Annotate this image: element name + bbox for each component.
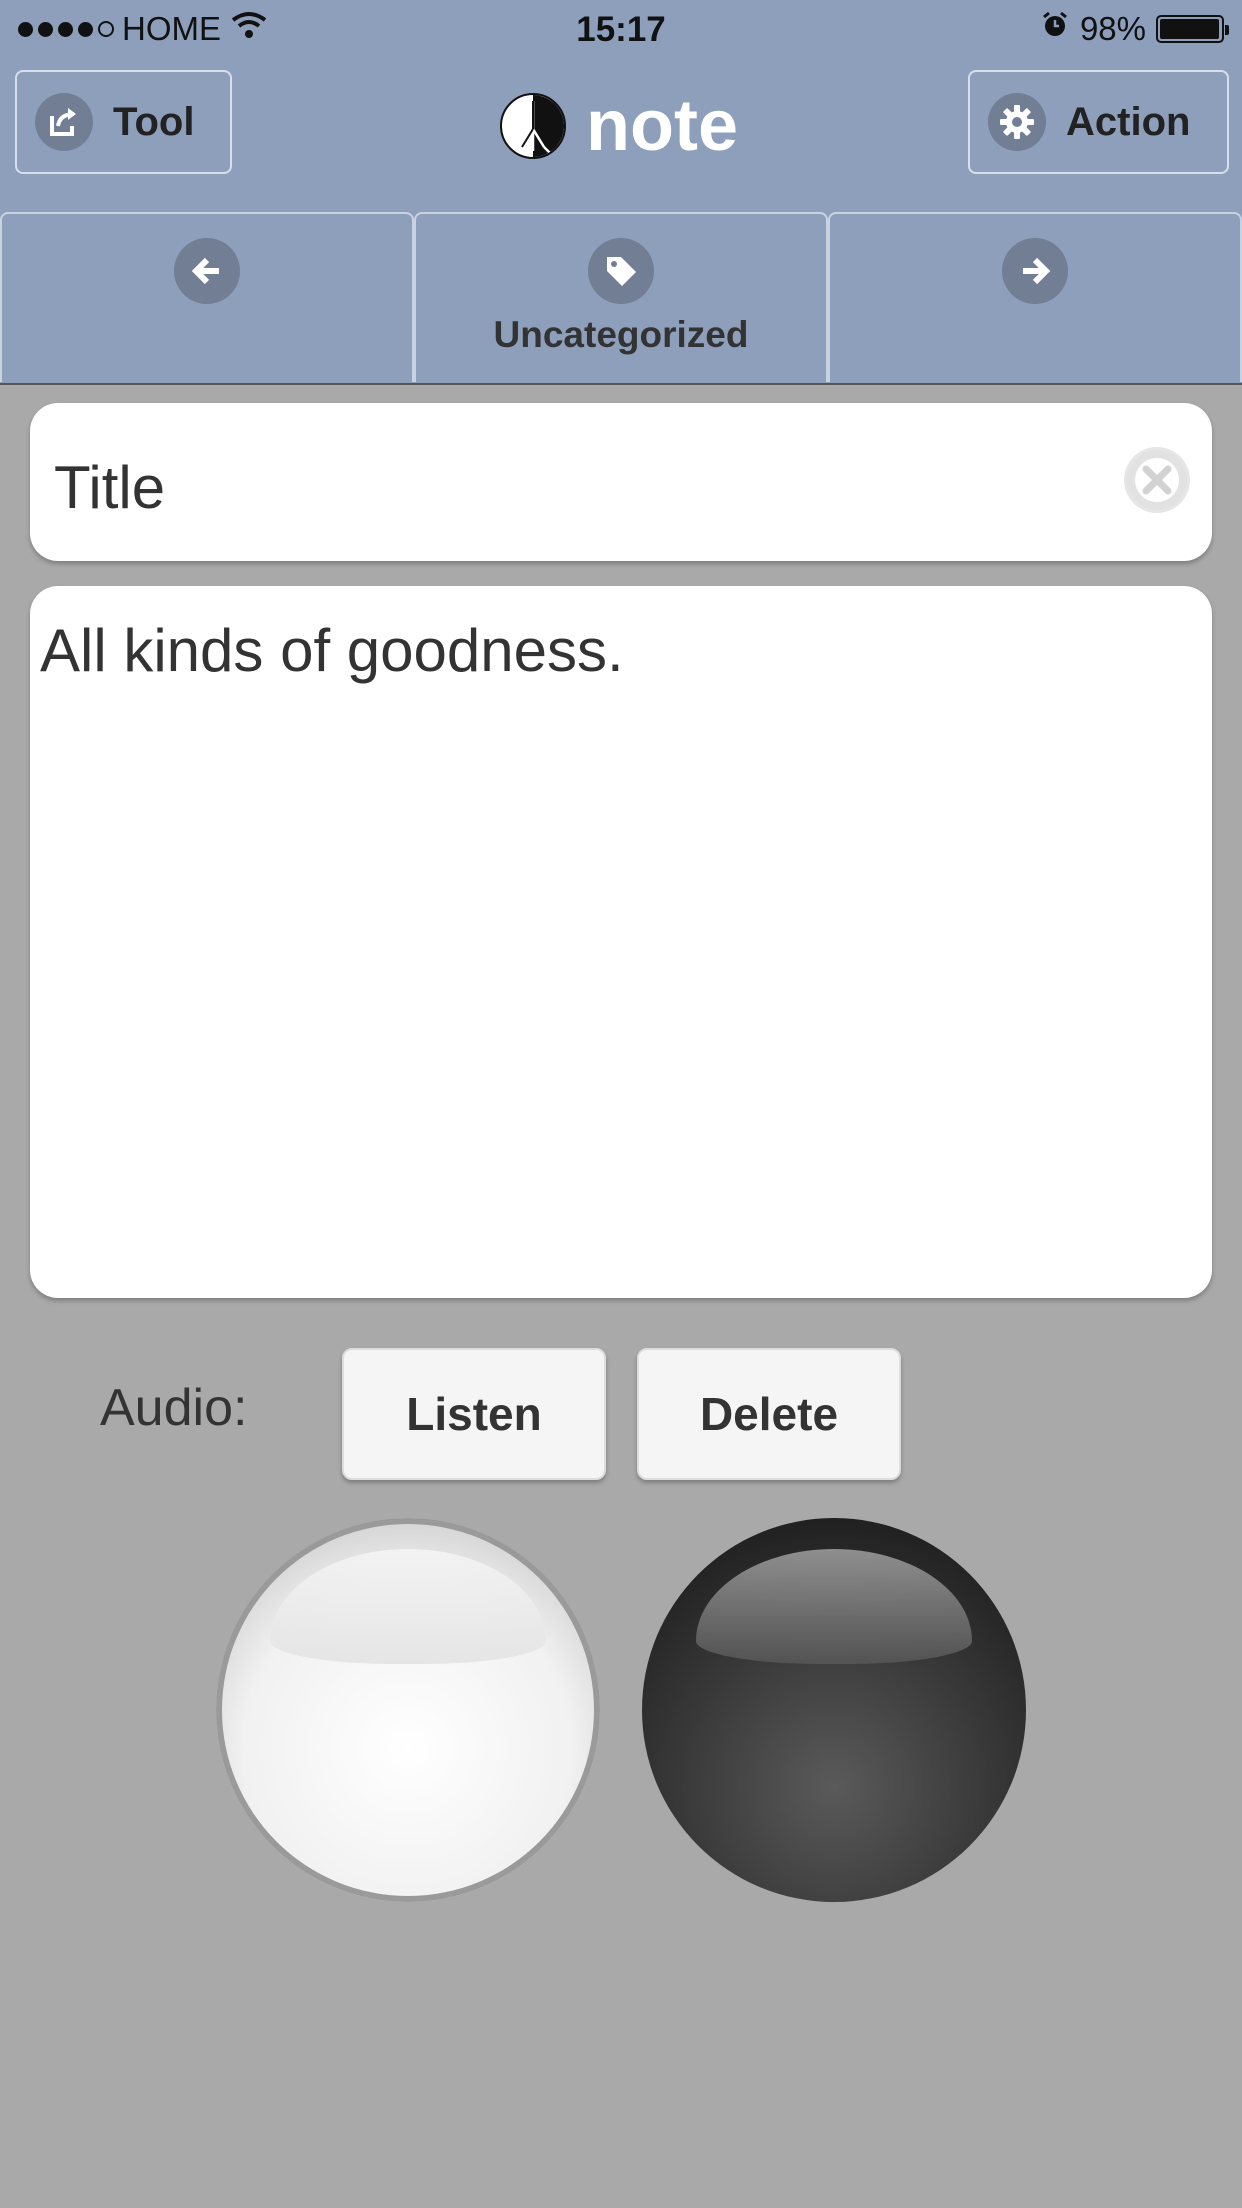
nav-tabs: Uncategorized <box>0 212 1242 382</box>
listen-button[interactable]: Listen <box>342 1348 606 1480</box>
title-input-value: Title <box>54 454 166 521</box>
tab-previous[interactable] <box>0 212 414 382</box>
arrow-left-icon <box>174 238 240 304</box>
clear-title-button[interactable] <box>1124 447 1190 513</box>
app-title: note <box>500 90 738 162</box>
category-label: Uncategorized <box>493 314 749 355</box>
battery-icon <box>1156 15 1229 43</box>
tool-button[interactable]: Tool <box>15 70 232 174</box>
audio-label: Audio: <box>100 1379 248 1437</box>
share-icon <box>35 93 93 151</box>
note-body-textarea[interactable]: All kinds of goodness. <box>30 586 1212 1298</box>
orb-gloss <box>269 1548 547 1664</box>
note-body-value: All kinds of goodness. <box>40 617 624 684</box>
title-input[interactable]: Title <box>30 403 1212 561</box>
alarm-icon <box>1040 10 1070 48</box>
battery-percent: 98% <box>1079 10 1146 47</box>
status-right: 98% <box>1040 10 1229 48</box>
close-icon <box>1127 450 1187 510</box>
tab-category[interactable]: Uncategorized <box>414 212 828 382</box>
play-orb-button[interactable] <box>216 1518 600 1902</box>
app-logo-icon <box>500 93 566 159</box>
tag-icon <box>588 238 654 304</box>
orb-gloss <box>695 1548 973 1664</box>
action-label: Action <box>1066 99 1191 144</box>
action-button[interactable]: Action <box>968 70 1229 174</box>
tab-next[interactable] <box>828 212 1242 382</box>
gear-icon <box>988 93 1046 151</box>
page-title: note <box>586 86 738 166</box>
top-bar: HOME 15:17 98% Tool note Action Uncatego… <box>0 0 1242 385</box>
status-bar: HOME 15:17 98% <box>0 0 1242 60</box>
tool-label: Tool <box>113 99 195 144</box>
arrow-right-icon <box>1002 238 1068 304</box>
record-orb-button[interactable] <box>642 1518 1026 1902</box>
delete-audio-button[interactable]: Delete <box>637 1348 901 1480</box>
